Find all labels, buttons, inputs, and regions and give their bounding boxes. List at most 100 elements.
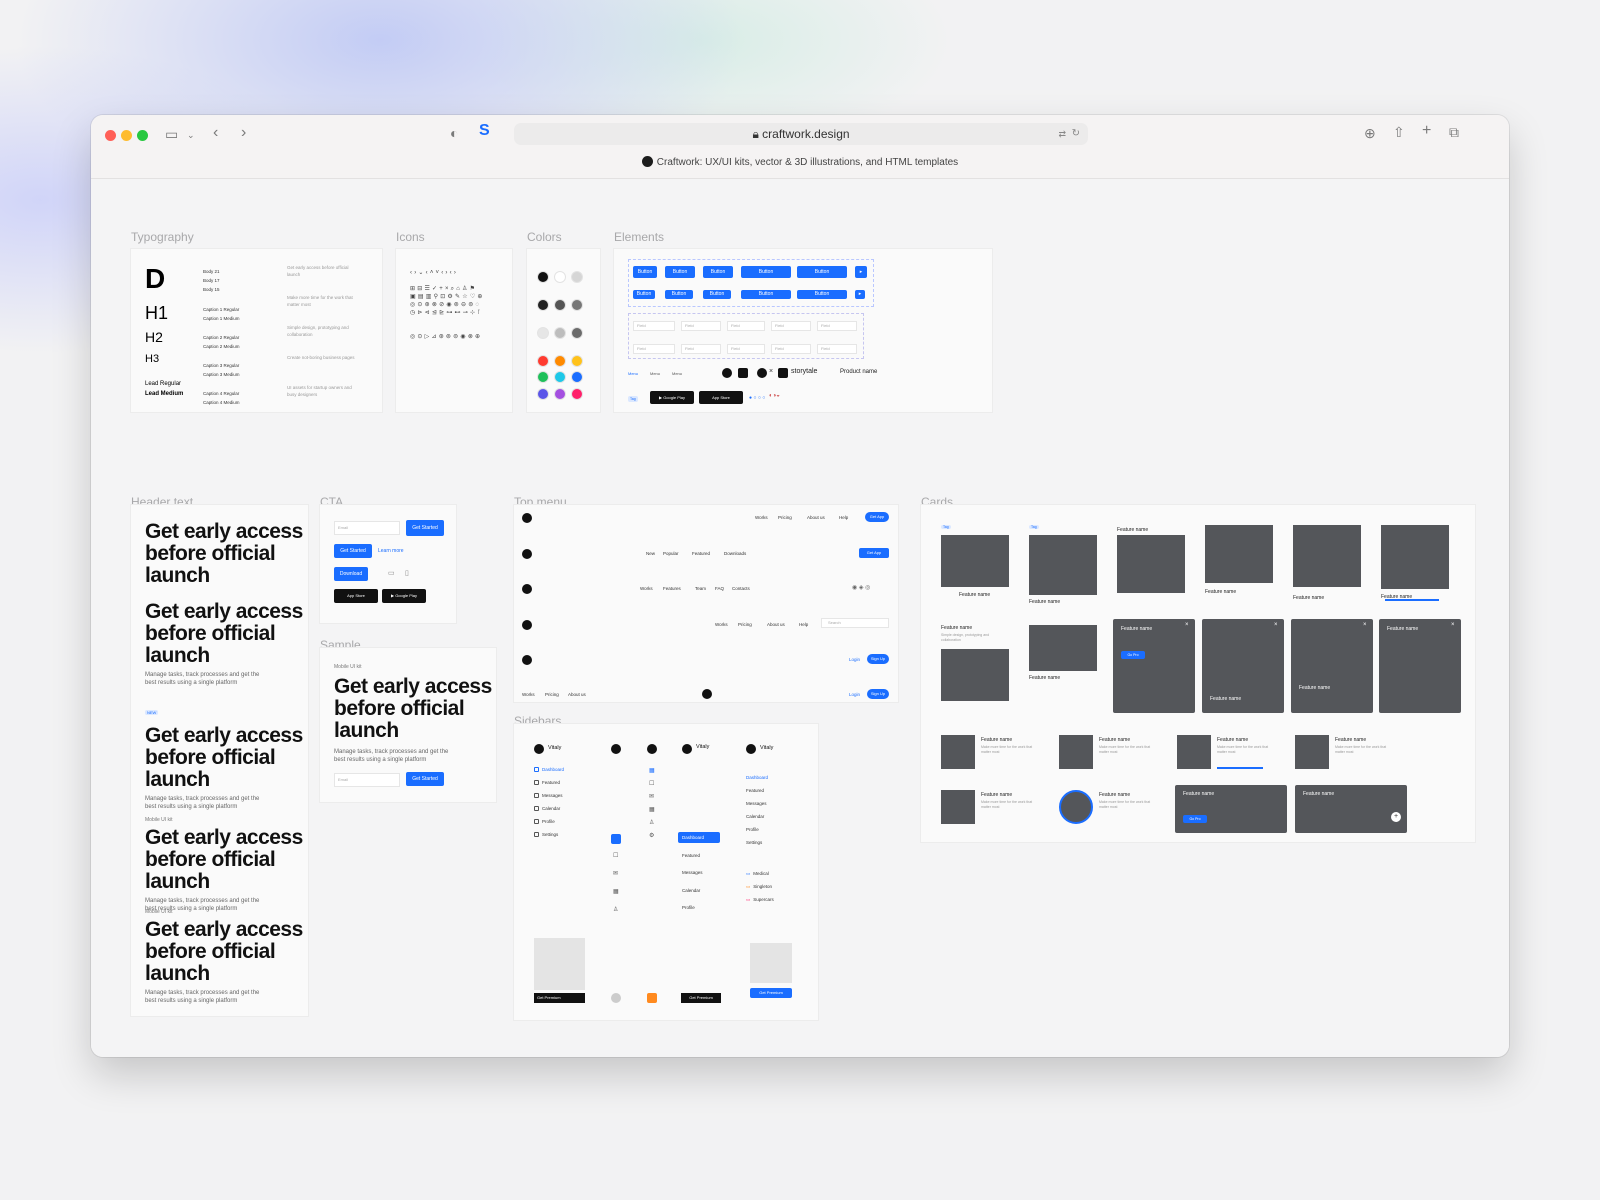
tab-title[interactable]: Craftwork: UX/UI kits, vector & 3D illus… xyxy=(91,156,1509,168)
close-icon[interactable]: × xyxy=(1274,622,1278,628)
get-app-button-2[interactable]: Get App xyxy=(859,548,889,558)
nav-link[interactable]: Pricing xyxy=(778,515,792,520)
sidebar-item[interactable]: Profile xyxy=(682,905,695,910)
sidebar-icon[interactable]: ▦ xyxy=(649,767,655,774)
pagination-dots[interactable]: ● ○ ○ ○ xyxy=(749,395,765,401)
menu-sample-1[interactable]: Menu xyxy=(628,371,638,376)
nav-link[interactable]: Downloads xyxy=(724,551,746,556)
go-pro-button[interactable]: Go Pro xyxy=(1121,651,1145,659)
project-item[interactable]: ▭ Medical xyxy=(746,871,769,877)
button-small-dropdown[interactable]: Button xyxy=(665,290,693,299)
close-window-button[interactable] xyxy=(105,130,116,141)
field-icon-select[interactable]: Field xyxy=(817,321,857,331)
button-small-icon[interactable]: Button xyxy=(703,290,731,299)
share-icon[interactable]: ⇧ xyxy=(1393,124,1405,140)
button-icon-sample[interactable]: Button xyxy=(703,266,733,278)
sidebar-item[interactable]: Featured xyxy=(682,853,700,858)
dashboard-icon[interactable] xyxy=(611,834,621,844)
nav-link[interactable]: About us xyxy=(767,622,785,627)
button-close-sample[interactable]: Button xyxy=(797,266,847,278)
close-icon[interactable]: × xyxy=(1363,622,1367,628)
button-dropdown-sample[interactable]: Button xyxy=(665,266,695,278)
cta-get-started-button[interactable]: Get Started xyxy=(406,520,444,536)
brand-logo-icon[interactable] xyxy=(522,584,532,594)
address-bar[interactable]: 🔒︎ craftwork.design ⇄ ↻ xyxy=(514,123,1088,145)
mobile-icon[interactable]: ▯ xyxy=(405,569,409,577)
nav-link[interactable]: Works xyxy=(640,586,653,591)
translate-icon[interactable]: ⇄ xyxy=(1058,123,1066,145)
nav-link[interactable]: Team xyxy=(695,586,706,591)
nav-link[interactable]: Featured xyxy=(692,551,710,556)
brand-logo-center-icon[interactable] xyxy=(702,689,712,699)
cta-get-started-button-2[interactable]: Get Started xyxy=(334,544,372,558)
sidebar-item[interactable]: Dashboard xyxy=(534,767,564,772)
sidebar-item[interactable]: Calendar xyxy=(746,814,764,819)
nav-link[interactable]: Pricing xyxy=(545,692,559,697)
nav-link[interactable]: Help xyxy=(839,515,848,520)
get-premium-button-2[interactable]: Get Premium xyxy=(681,993,721,1003)
menu-sample-2[interactable]: Menu xyxy=(650,371,660,376)
button-icon-only[interactable]: ▸ xyxy=(855,266,867,278)
button-sample[interactable]: Button xyxy=(633,266,657,278)
nav-link[interactable]: About us xyxy=(568,692,586,697)
dark-card[interactable] xyxy=(1379,619,1461,713)
get-app-button[interactable]: Get App xyxy=(865,512,889,522)
sample-get-started-button[interactable]: Get Started xyxy=(406,772,444,786)
signup-button-2[interactable]: Sign Up xyxy=(867,689,889,699)
sidebar-icon[interactable]: ▦ xyxy=(649,806,655,813)
sidebar-icon[interactable]: ☐ xyxy=(613,852,618,859)
search-input[interactable]: Search xyxy=(821,618,889,628)
button-small-icon-only[interactable]: ▸ xyxy=(855,290,865,299)
go-pro-button-2[interactable]: Go Pro xyxy=(1183,815,1207,823)
sidebar-icon[interactable]: ♙ xyxy=(649,819,654,826)
brand-logo-icon[interactable] xyxy=(522,549,532,559)
project-item[interactable]: ▭ Singleton xyxy=(746,884,772,890)
cta-app-store-badge[interactable]: App Store xyxy=(334,589,378,603)
sidebar-item[interactable]: Settings xyxy=(534,832,558,837)
sidebar-icon[interactable]: ✉ xyxy=(649,793,654,800)
get-premium-button[interactable]: Get Premium xyxy=(534,993,585,1003)
field-empty[interactable]: Field xyxy=(681,321,721,331)
nav-link[interactable]: New xyxy=(646,551,655,556)
field-icon-2[interactable]: Field xyxy=(771,344,811,354)
brand-logo-icon[interactable] xyxy=(522,513,532,523)
sidebar-item[interactable]: Messages xyxy=(534,793,563,798)
premium-icon[interactable] xyxy=(647,993,657,1003)
minimize-window-button[interactable] xyxy=(121,130,132,141)
button-small-wide[interactable]: Button xyxy=(741,290,791,299)
desktop-icon[interactable]: ▭ xyxy=(388,569,395,577)
sidebar-item[interactable]: Featured xyxy=(746,788,764,793)
field-icon[interactable]: Field xyxy=(771,321,811,331)
nav-link[interactable]: Pricing xyxy=(738,622,752,627)
field-empty-2[interactable]: Field xyxy=(681,344,721,354)
sidebar-item[interactable]: Featured xyxy=(534,780,560,785)
close-icon[interactable]: × xyxy=(1451,622,1455,628)
sidebar-icon[interactable]: ▦ xyxy=(613,888,619,895)
brand-logo-icon[interactable] xyxy=(522,620,532,630)
signup-button[interactable]: Sign Up xyxy=(867,654,889,664)
nav-link[interactable]: Features xyxy=(663,586,681,591)
sidebar-toggle-icon[interactable]: ▭ xyxy=(165,126,178,142)
field-icon-select-2[interactable]: Field xyxy=(817,344,857,354)
nav-link[interactable]: Help xyxy=(799,622,808,627)
sidebar-item[interactable]: Dashboard xyxy=(746,775,768,780)
nav-link[interactable]: FAQ xyxy=(715,586,724,591)
project-item[interactable]: ▭ Supercars xyxy=(746,897,774,903)
zoom-window-button[interactable] xyxy=(137,130,148,141)
sidebar-item[interactable]: Profile xyxy=(746,827,759,832)
nav-link[interactable]: Works xyxy=(755,515,768,520)
avatar[interactable] xyxy=(611,993,621,1003)
cta-email-input[interactable]: Email xyxy=(334,521,400,535)
nav-link[interactable]: Popular xyxy=(663,551,679,556)
download-icon[interactable]: ⊕ xyxy=(1364,125,1376,141)
login-link[interactable]: Login xyxy=(849,657,860,662)
menu-sample-3[interactable]: Menu xyxy=(672,371,682,376)
nav-link[interactable]: Contacts xyxy=(732,586,750,591)
social-icons[interactable]: ◉ ◈ ◎ xyxy=(852,584,870,591)
app-store-badge[interactable]: App Store xyxy=(699,391,743,404)
tab-overview-icon[interactable]: ⧉ xyxy=(1449,124,1459,140)
button-small-sample[interactable]: Button xyxy=(633,290,655,299)
brand-logo-icon[interactable] xyxy=(522,655,532,665)
sidebar-item[interactable]: Dashboard xyxy=(682,835,704,840)
forward-icon[interactable]: › xyxy=(241,125,246,141)
